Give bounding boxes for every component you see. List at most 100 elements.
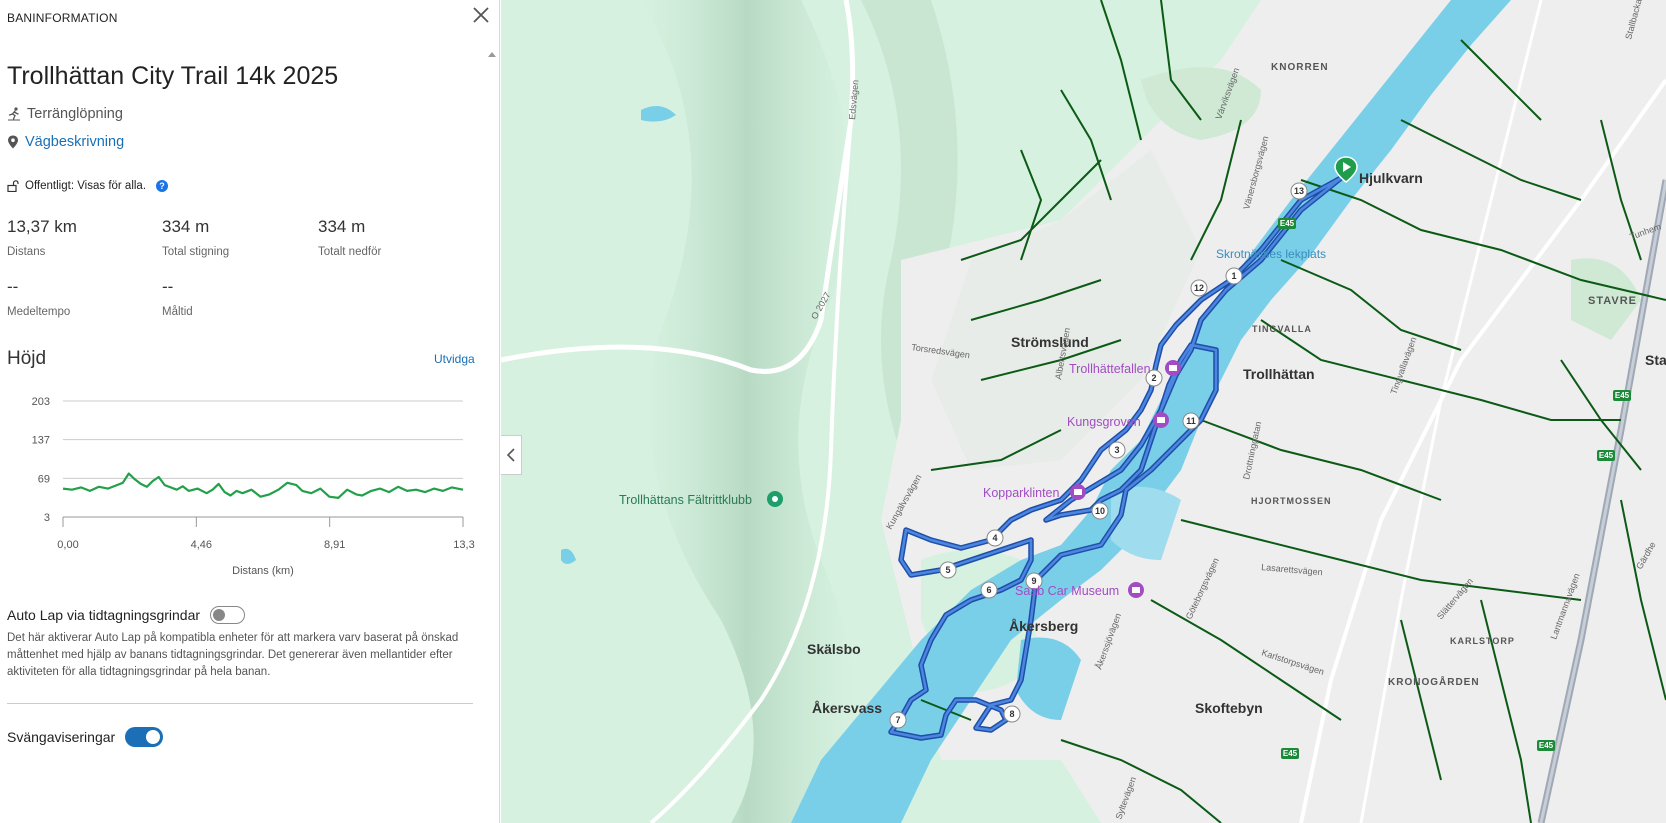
svg-text:E45: E45 (1283, 749, 1298, 758)
stat-value: -- (162, 277, 174, 296)
collapse-panel-button[interactable] (501, 435, 522, 475)
map-view[interactable]: 1 2 3 4 5 6 7 8 9 10 11 12 13 E45 E45 E4… (501, 0, 1666, 823)
route-marker-8[interactable]: 8 (1003, 705, 1021, 723)
elevation-chart: 203 137 69 3 0,00 4,46 8,91 13,3 Distans (km) (32, 396, 475, 577)
place-label: Strömslund (1011, 334, 1089, 350)
poi-label: Skrotnässes lekplats (1216, 247, 1326, 261)
poi-kungsgroven-icon[interactable] (1153, 412, 1169, 428)
e45-shield: E45 (1278, 218, 1296, 229)
svg-text:10: 10 (1095, 506, 1105, 516)
place-label: Trollhättan (1243, 366, 1315, 382)
svg-text:5: 5 (945, 565, 950, 575)
place-label: Sta (1645, 352, 1666, 368)
stat-value: 13,37 km (7, 217, 77, 236)
e45-shield: E45 (1537, 740, 1555, 751)
route-marker-6[interactable]: 6 (980, 581, 998, 599)
toggle-knob (146, 730, 161, 744)
expand-chart-link[interactable]: Utvidga (434, 352, 475, 366)
place-label: Skoftebyn (1195, 700, 1263, 716)
place-label: KRONOGÅRDEN (1388, 675, 1480, 688)
stat-avg-pace: -- Medeltempo (7, 277, 157, 318)
route-marker-13[interactable]: 13 (1290, 182, 1308, 200)
chart-y-tick-label: 69 (38, 473, 50, 485)
directions-link[interactable]: Vägbeskrivning (7, 134, 124, 150)
route-marker-11[interactable]: 11 (1182, 412, 1200, 430)
auto-lap-description: Det här aktiverar Auto Lap på kompatibla… (7, 632, 459, 678)
stat-value: -- (7, 277, 19, 296)
e45-shield: E45 (1597, 450, 1615, 461)
route-marker-4[interactable]: 4 (986, 529, 1004, 547)
auto-lap-row: Auto Lap via tidtagningsgrindar (7, 606, 246, 624)
chart-x-tick-label: 4,46 (191, 539, 212, 551)
route-marker-10[interactable]: 10 (1091, 502, 1109, 520)
svg-text:E45: E45 (1539, 741, 1554, 750)
place-label: HJORTMOSSEN (1251, 496, 1332, 506)
svg-text:E45: E45 (1280, 219, 1295, 228)
scroll-up-arrow[interactable] (488, 52, 496, 57)
svg-text:3: 3 (1114, 445, 1119, 455)
map-pin-icon (8, 135, 18, 149)
chevron-left-icon (507, 448, 515, 462)
svg-text:2: 2 (1151, 373, 1156, 383)
e45-shield: E45 (1281, 748, 1299, 759)
map-canvas[interactable]: 1 2 3 4 5 6 7 8 9 10 11 12 13 E45 E45 E4… (501, 0, 1666, 823)
route-marker-1[interactable]: 1 (1225, 267, 1243, 285)
svg-text:12: 12 (1194, 283, 1204, 293)
chart-y-tick-label: 3 (44, 512, 50, 524)
poi-riding-club-icon[interactable] (767, 491, 783, 507)
help-icon[interactable]: ? (156, 180, 169, 192)
svg-text:E45: E45 (1615, 391, 1630, 400)
svg-text:4: 4 (992, 533, 997, 543)
auto-lap-toggle[interactable] (210, 606, 246, 624)
route-marker-5[interactable]: 5 (939, 561, 957, 579)
stat-label: Distans (7, 246, 46, 258)
turn-guidance-label: Svängaviseringar (7, 729, 116, 745)
place-label: TINGVALLA (1252, 324, 1312, 334)
svg-text:11: 11 (1186, 416, 1196, 426)
toggle-knob (213, 608, 226, 621)
e45-shield: E45 (1613, 390, 1631, 401)
poi-trollhattefallen-icon[interactable] (1165, 360, 1181, 376)
place-label: Skälsbo (807, 641, 861, 657)
place-label: Åkersberg (1009, 618, 1078, 634)
trail-running-icon (8, 107, 20, 121)
chart-x-ticks: 0,00 4,46 8,91 13,3 (57, 517, 475, 551)
chart-y-tick-label: 137 (32, 435, 50, 447)
place-label: KARLSTORP (1450, 636, 1515, 646)
directions-label[interactable]: Vägbeskrivning (25, 134, 124, 150)
svg-text:E45: E45 (1599, 451, 1614, 460)
turn-guidance-row: Svängaviseringar (7, 727, 164, 747)
svg-text:8: 8 (1009, 709, 1014, 719)
activity-type-label: Terränglöpning (27, 106, 123, 122)
place-label: Hjulkvarn (1359, 170, 1423, 186)
poi-kopparklinten-icon[interactable] (1070, 484, 1086, 500)
elevation-title: Höjd (7, 348, 47, 369)
chart-y-tick-label: 203 (32, 396, 50, 408)
route-marker-7[interactable]: 7 (889, 711, 907, 729)
poi-label: Trollhättans Fältrittklubb (619, 493, 752, 507)
stat-label: Totalt nedför (318, 246, 382, 258)
place-label: Åkersvass (812, 700, 882, 716)
chart-x-tick-label: 8,91 (324, 539, 345, 551)
unlock-icon (7, 180, 19, 192)
stat-total-ascent: 334 m Total stigning (162, 217, 312, 258)
chart-x-tick-label: 0,00 (57, 539, 78, 551)
turn-guidance-toggle[interactable] (125, 727, 164, 747)
place-label: KNORREN (1271, 62, 1329, 73)
stat-label: Måltid (162, 306, 193, 318)
stat-label: Total stigning (162, 246, 230, 258)
poi-museum-icon[interactable] (1128, 582, 1144, 598)
activity-type: Terränglöpning (7, 106, 123, 122)
elevation-line (62, 472, 464, 499)
route-marker-3[interactable]: 3 (1108, 441, 1126, 459)
place-label: STAVRE (1588, 295, 1637, 307)
stat-value: 334 m (318, 217, 366, 236)
stat-value: 334 m (162, 217, 210, 236)
poi-label: Kungsgroven (1067, 415, 1141, 429)
route-marker-12[interactable]: 12 (1190, 279, 1208, 297)
stat-distance: 13,37 km Distans (7, 217, 157, 258)
poi-label: Trollhättefallen (1069, 362, 1151, 376)
chart-grid (63, 400, 463, 518)
close-icon[interactable] (470, 4, 492, 26)
divider (7, 703, 473, 704)
